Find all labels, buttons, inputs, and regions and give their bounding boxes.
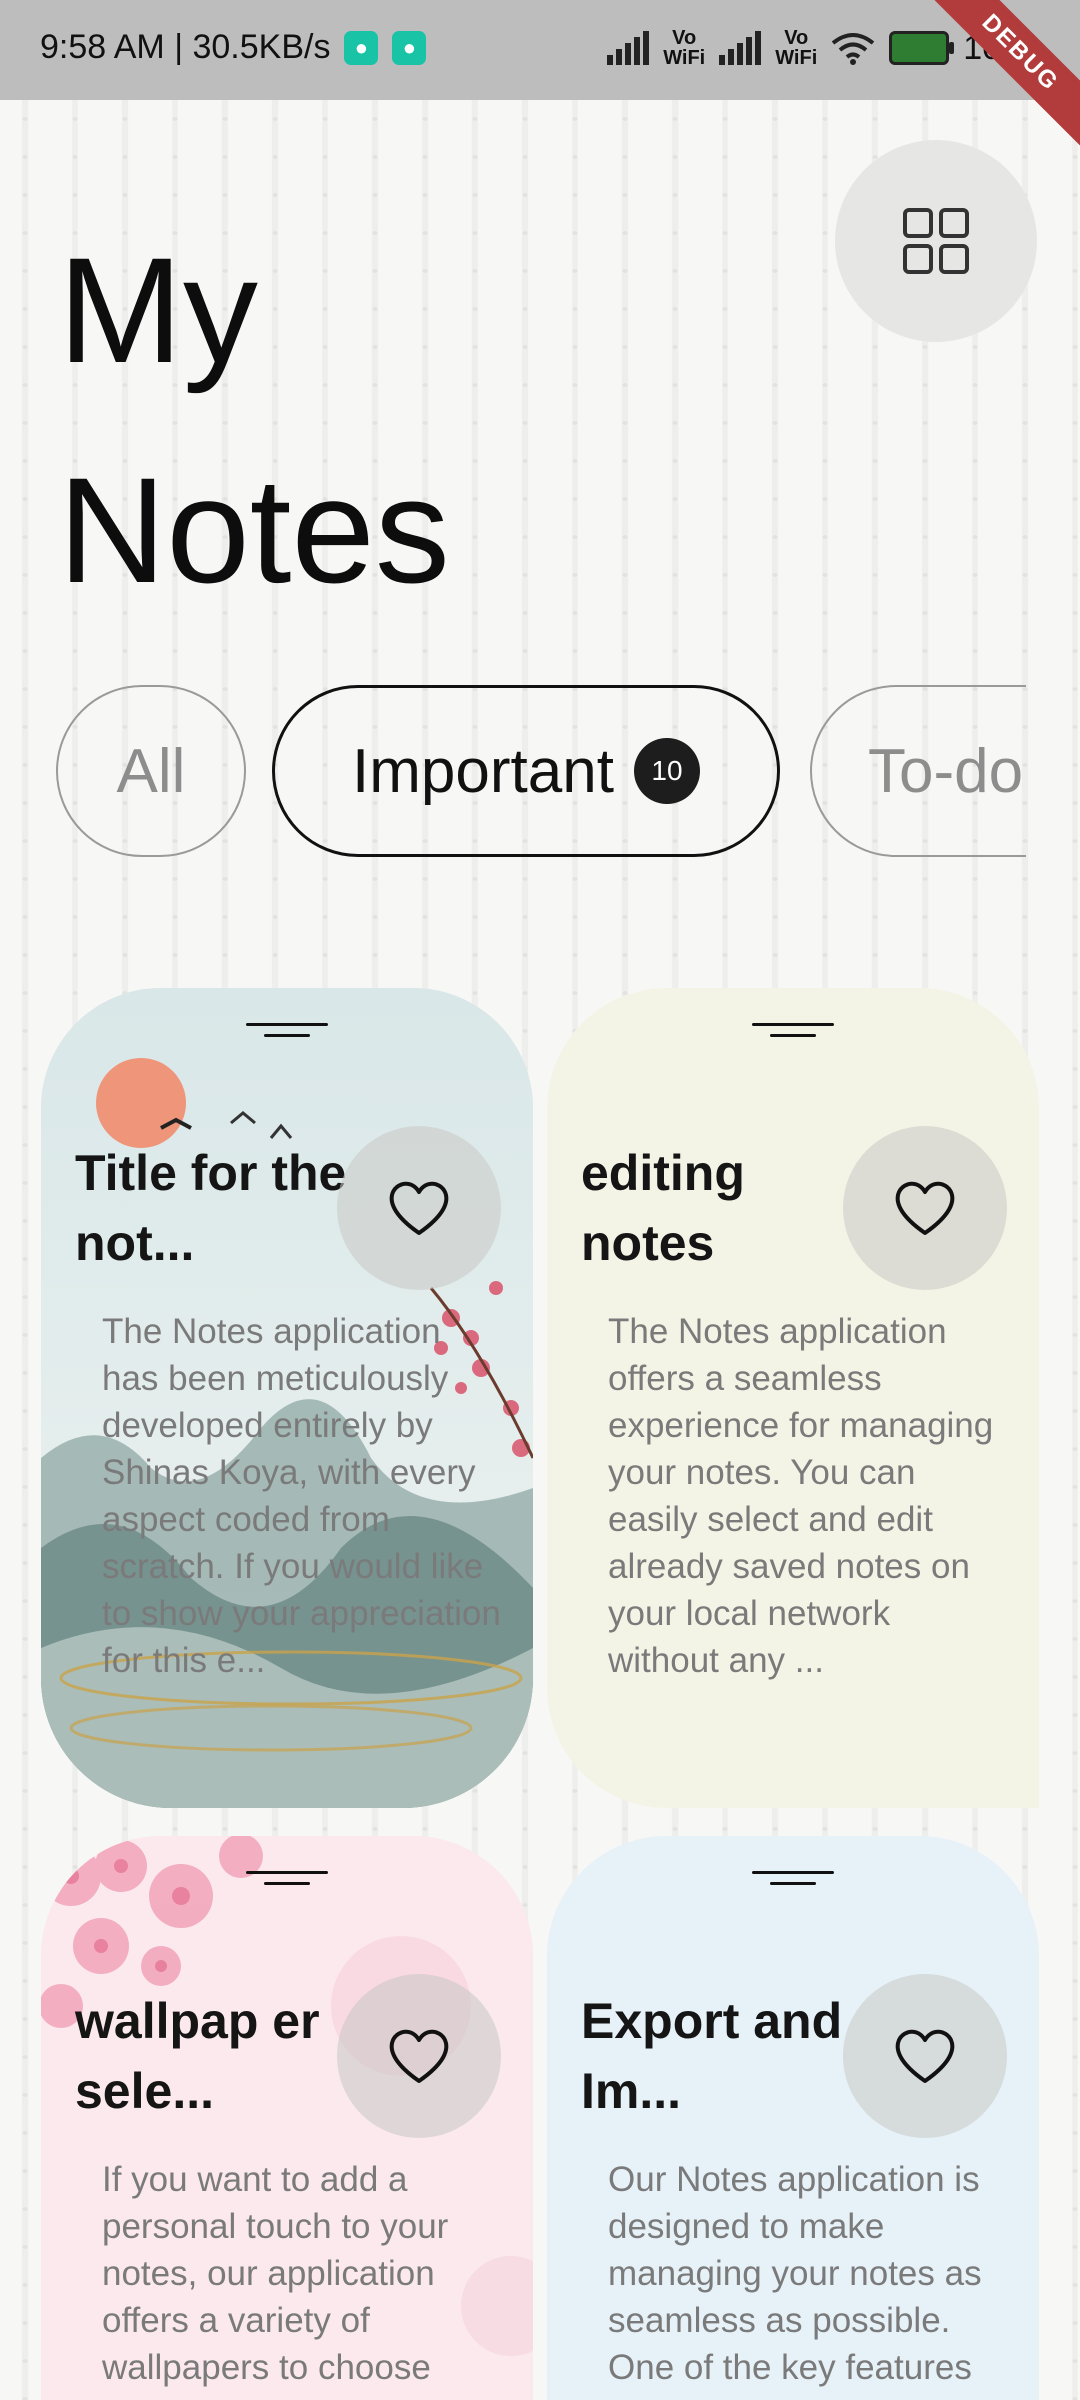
filter-chip-label: To-do [868, 736, 1024, 806]
wifi-icon [832, 33, 875, 65]
heart-outline-icon [389, 2029, 449, 2083]
heart-outline-icon [895, 2029, 955, 2083]
note-preview: If you want to add a personal touch to y… [102, 2160, 449, 2387]
drag-handle-icon[interactable] [246, 1871, 328, 1885]
favorite-button[interactable] [337, 1126, 501, 1290]
note-title: wallpap er sele... [75, 1993, 320, 2119]
filter-chips: All Important 10 To-do [56, 685, 1026, 861]
filter-chip-label: Important [352, 736, 614, 806]
note-title: Export and Im... [581, 1993, 843, 2119]
note-title: Title for the not... [75, 1145, 347, 1271]
favorite-button[interactable] [843, 1126, 1007, 1290]
note-card[interactable]: Title for the not... The Notes applicati… [41, 988, 533, 1808]
note-card[interactable]: Export and Im... Our Notes application i… [547, 1836, 1039, 2400]
grid-view-icon [903, 208, 969, 274]
note-preview: Our Notes application is designed to mak… [608, 2160, 982, 2387]
count-badge: 10 [633, 738, 700, 804]
filter-chip-all[interactable]: All [56, 685, 246, 857]
android-icon: ● [344, 30, 379, 65]
heart-outline-icon [389, 1181, 449, 1235]
note-title: editing notes [581, 1145, 745, 1271]
volte-wifi-label: Vo WiFi [775, 27, 818, 69]
volte-wifi-label: Vo WiFi [663, 27, 706, 69]
note-preview: The Notes application offers a seamless … [608, 1312, 994, 1680]
favorite-button[interactable] [337, 1974, 501, 2138]
layout-toggle-button[interactable] [835, 140, 1037, 342]
battery-icon [889, 31, 955, 65]
filter-chip-important[interactable]: Important 10 [272, 685, 780, 857]
favorite-button[interactable] [843, 1974, 1007, 2138]
signal-icon [607, 31, 650, 65]
status-right: VoWiFi VoWiFi 100 [607, 28, 1020, 68]
status-bar: 9:58 AM | 30.5KB/s ● ● VoWiFi VoWiFi 100… [0, 0, 1080, 162]
signal-icon [719, 31, 762, 65]
debug-ribbon: DEBUG [911, 0, 1080, 162]
drag-handle-icon[interactable] [246, 1023, 328, 1037]
note-card[interactable]: wallpap er sele... If you want to add a … [41, 1836, 533, 2400]
filter-chip-label: All [116, 736, 186, 806]
page-title: My Notes [58, 226, 450, 614]
android-icon: ● [392, 30, 427, 65]
drag-handle-icon[interactable] [752, 1023, 834, 1037]
status-time: 9:58 AM | 30.5KB/s [40, 28, 331, 66]
status-left: 9:58 AM | 30.5KB/s ● ● [40, 28, 427, 67]
drag-handle-icon[interactable] [752, 1871, 834, 1885]
note-preview: The Notes application has been meticulou… [102, 1312, 501, 1680]
filter-chip-todo[interactable]: To-do [810, 685, 1026, 857]
heart-outline-icon [895, 1181, 955, 1235]
note-card[interactable]: editing notes The Notes application offe… [547, 988, 1039, 1808]
